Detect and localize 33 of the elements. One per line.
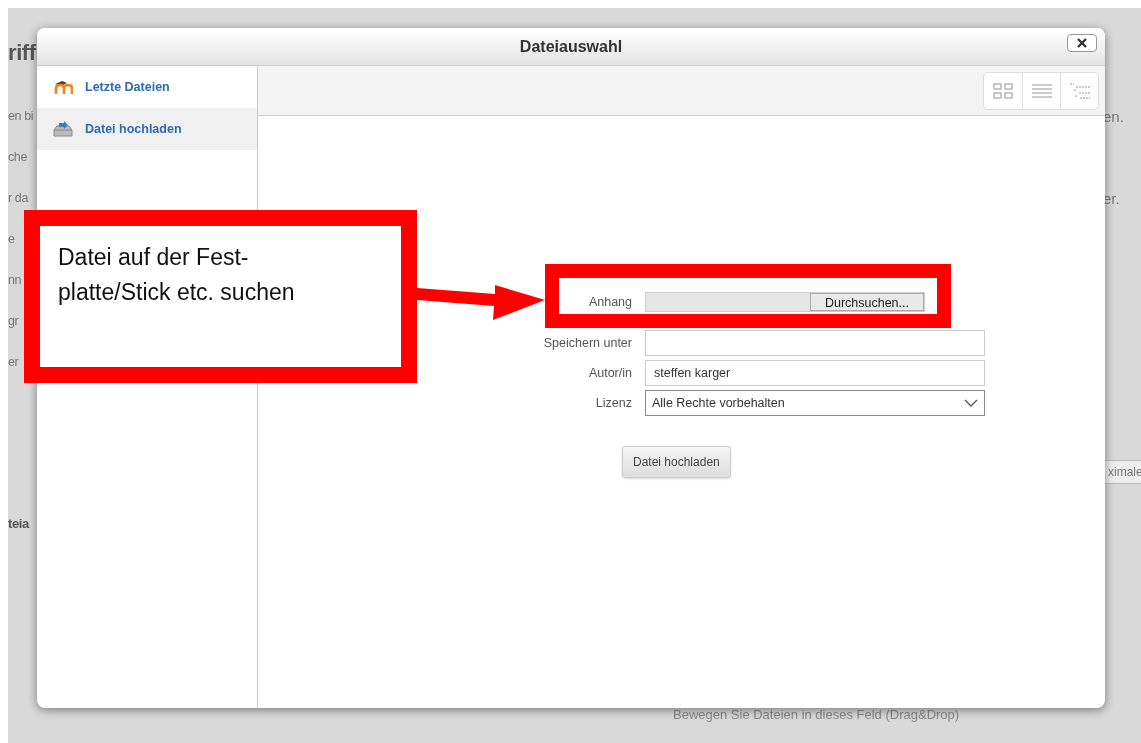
page-heading-fragment: teia	[8, 515, 31, 533]
sidebar-item[interactable]: Letzte Dateien	[37, 66, 257, 108]
close-button[interactable]	[1067, 34, 1097, 52]
page-text-fragment: nn	[8, 272, 23, 289]
annotation-text: platte/Stick etc. suchen	[58, 278, 296, 307]
field-label: Autor/in	[587, 364, 632, 382]
page-text-fragment: er	[8, 354, 20, 371]
page-text-fragment: en bi	[8, 108, 35, 125]
drop-hint: Bewegen Sie Dateien in dieses Feld (Drag&Drop)	[673, 706, 960, 724]
license-select[interactable]: Alle Rechte vorbehalten	[645, 390, 985, 416]
browse-button[interactable]: Durchsuchen...	[809, 293, 924, 311]
tree-view-icon	[1069, 82, 1090, 99]
page-text-fragment: r da	[8, 190, 30, 207]
close-icon	[1076, 38, 1088, 48]
upload-button[interactable]: Datei hochladen	[622, 446, 731, 478]
text-field[interactable]: steffen karger	[645, 360, 985, 386]
page-text-fragment: che	[8, 149, 28, 166]
upload-tray-icon	[53, 121, 73, 137]
file-field[interactable]: Durchsuchen...	[645, 292, 925, 312]
page-heading-fragment: riff	[8, 39, 37, 67]
field-label: Speichern unter	[542, 334, 632, 352]
field-label: Lizenz	[594, 394, 632, 412]
chevron-down-icon	[964, 399, 978, 407]
field-label: Anhang	[587, 293, 632, 311]
list-view-icon	[1031, 82, 1052, 99]
page-text-fragment: e	[8, 231, 16, 248]
annotation-text: Datei auf der Fest-	[58, 243, 250, 272]
page-text-fragment: gr	[8, 313, 20, 330]
sidebar-item[interactable]: Datei hochladen	[37, 108, 257, 150]
text-field[interactable]	[645, 330, 985, 356]
window-title: Dateiauswahl	[519, 36, 623, 57]
moodle-logo-icon	[53, 80, 73, 94]
icon-view-icon	[993, 82, 1013, 99]
